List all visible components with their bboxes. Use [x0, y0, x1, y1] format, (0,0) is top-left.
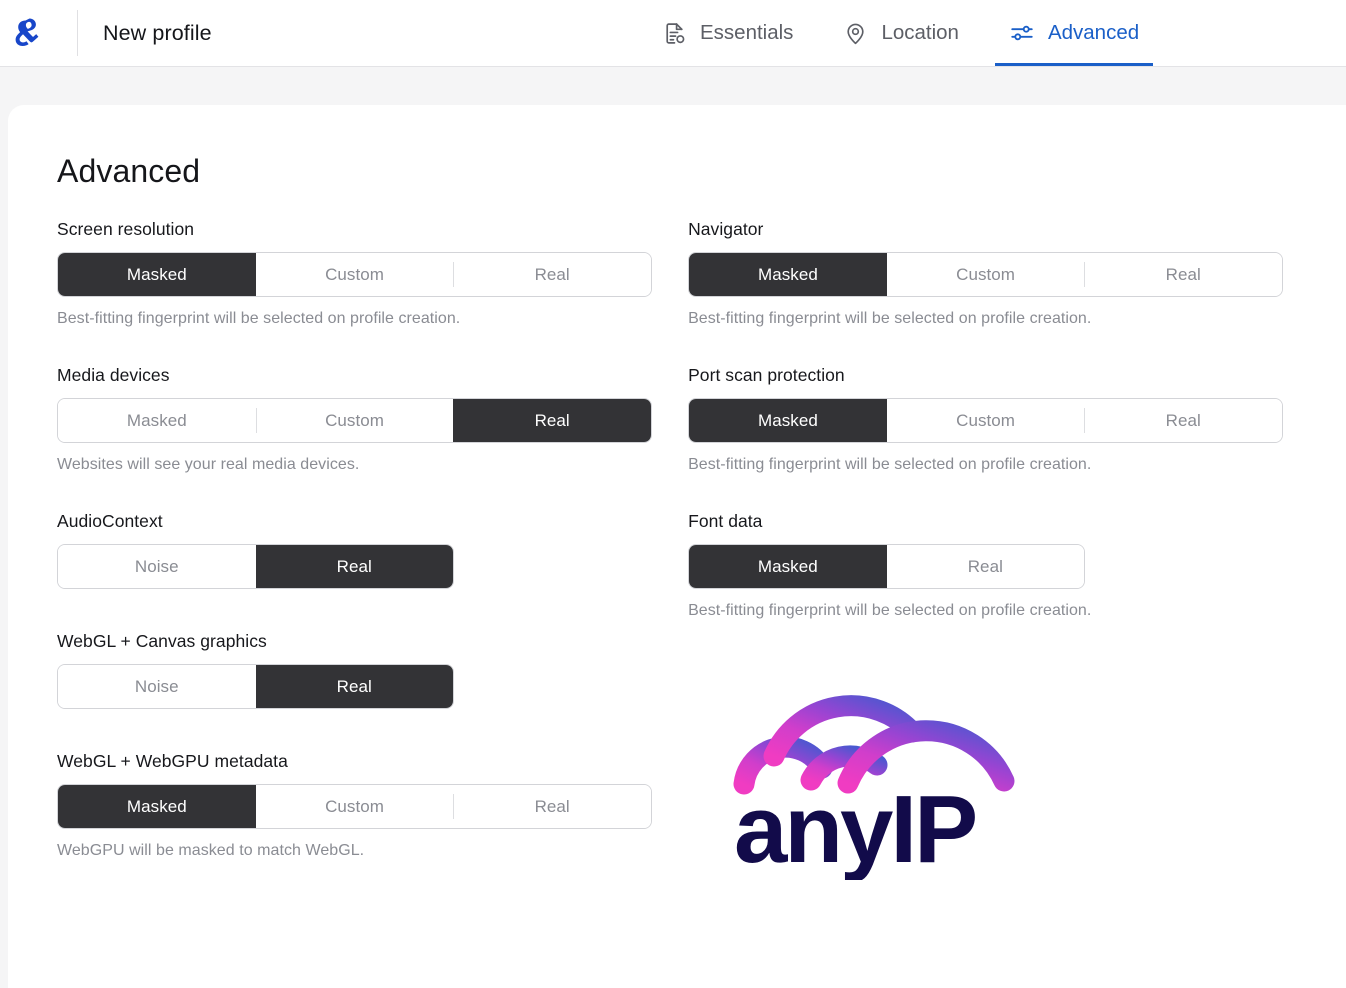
tab-label-essentials: Essentials — [700, 21, 794, 44]
segment-option-real[interactable]: Real — [453, 399, 651, 442]
anyip-logo: anyIP — [730, 680, 1070, 885]
segment-option-noise[interactable]: Noise — [58, 545, 256, 588]
field-description: Best-fitting fingerprint will be selecte… — [688, 602, 1092, 619]
segmented-control-font-data[interactable]: Masked Real — [688, 544, 1086, 589]
anyip-mark-icon[interactable] — [6, 11, 50, 55]
settings-grid: Screen resolution Masked Custom Real Bes… — [8, 219, 1346, 885]
field-screen-resolution: Screen resolution Masked Custom Real Bes… — [57, 219, 688, 328]
field-description: WebGPU will be masked to match WebGL. — [57, 842, 365, 859]
page-background: Advanced Screen resolution Masked Custom… — [0, 67, 1346, 988]
segmented-control-port-scan[interactable]: Masked Custom Real — [688, 398, 1284, 443]
field-description: Best-fitting fingerprint will be selecte… — [688, 456, 1092, 473]
brand: New profile — [0, 0, 212, 66]
segment-option-custom[interactable]: Custom — [255, 785, 454, 828]
segmented-control-navigator[interactable]: Masked Custom Real — [688, 252, 1284, 297]
segment-option-masked[interactable]: Masked — [689, 399, 887, 442]
svg-text:anyIP: anyIP — [734, 776, 975, 880]
top-bar: New profile Essentials Location Advanced — [0, 0, 1346, 67]
segment-option-real[interactable]: Real — [1084, 253, 1283, 296]
field-webgl-webgpu-metadata: WebGL + WebGPU metadata Masked Custom Re… — [57, 751, 688, 860]
segment-option-masked[interactable]: Masked — [58, 399, 256, 442]
left-column: Screen resolution Masked Custom Real Bes… — [8, 219, 688, 885]
right-column: Navigator Masked Custom Real Best-fittin… — [688, 219, 1346, 885]
field-label: Media devices — [57, 365, 170, 385]
map-pin-icon — [843, 21, 868, 46]
segment-option-masked[interactable]: Masked — [58, 785, 256, 828]
field-media-devices: Media devices Masked Custom Real Website… — [57, 365, 688, 474]
tab-essentials[interactable]: Essentials — [648, 0, 807, 66]
field-font-data: Font data Masked Real Best-fitting finge… — [688, 511, 1346, 620]
field-audiocontext: AudioContext Noise Real — [57, 511, 688, 589]
segment-option-real[interactable]: Real — [255, 545, 453, 588]
field-description: Best-fitting fingerprint will be selecte… — [688, 310, 1092, 327]
tab-label-location: Location — [881, 21, 959, 44]
segment-option-custom[interactable]: Custom — [886, 253, 1085, 296]
segment-option-custom[interactable]: Custom — [255, 399, 454, 442]
segment-option-masked[interactable]: Masked — [58, 253, 256, 296]
segment-option-masked[interactable]: Masked — [689, 253, 887, 296]
segment-option-real[interactable]: Real — [1084, 399, 1283, 442]
field-port-scan-protection: Port scan protection Masked Custom Real … — [688, 365, 1346, 474]
header-divider — [77, 10, 78, 56]
segment-option-real[interactable]: Real — [453, 253, 651, 296]
tab-label-advanced: Advanced — [1047, 21, 1140, 44]
field-label: Font data — [688, 511, 763, 531]
tab-bar: Essentials Location Advanced — [648, 0, 1154, 66]
field-description: Websites will see your real media device… — [57, 456, 360, 473]
sliders-icon — [1009, 20, 1035, 46]
segment-option-noise[interactable]: Noise — [58, 665, 256, 708]
field-navigator: Navigator Masked Custom Real Best-fittin… — [688, 219, 1346, 328]
page-title: Advanced — [57, 153, 201, 189]
segment-option-real[interactable]: Real — [886, 545, 1085, 588]
document-list-icon — [662, 21, 687, 46]
field-label: Navigator — [688, 219, 764, 239]
field-label: WebGL + WebGPU metadata — [57, 751, 288, 771]
tab-location[interactable]: Location — [829, 0, 973, 66]
segmented-control-audiocontext[interactable]: Noise Real — [57, 544, 454, 589]
field-description: Best-fitting fingerprint will be selecte… — [57, 310, 461, 327]
tab-advanced[interactable]: Advanced — [994, 0, 1154, 66]
segment-option-masked[interactable]: Masked — [689, 545, 887, 588]
segmented-control-webgpu-metadata[interactable]: Masked Custom Real — [57, 784, 652, 829]
field-label: Port scan protection — [688, 365, 845, 385]
segment-option-real[interactable]: Real — [453, 785, 651, 828]
field-webgl-canvas-graphics: WebGL + Canvas graphics Noise Real — [57, 631, 688, 709]
segmented-control-media-devices[interactable]: Masked Custom Real — [57, 398, 652, 443]
segment-option-custom[interactable]: Custom — [886, 399, 1085, 442]
page-title-header: New profile — [103, 20, 212, 45]
field-label: AudioContext — [57, 511, 163, 531]
field-label: WebGL + Canvas graphics — [57, 631, 267, 651]
segment-option-custom[interactable]: Custom — [255, 253, 454, 296]
field-label: Screen resolution — [57, 219, 195, 239]
segmented-control-webgl-canvas[interactable]: Noise Real — [57, 664, 454, 709]
segment-option-real[interactable]: Real — [255, 665, 453, 708]
content-panel: Advanced Screen resolution Masked Custom… — [8, 105, 1346, 988]
segmented-control-screen-resolution[interactable]: Masked Custom Real — [57, 252, 652, 297]
